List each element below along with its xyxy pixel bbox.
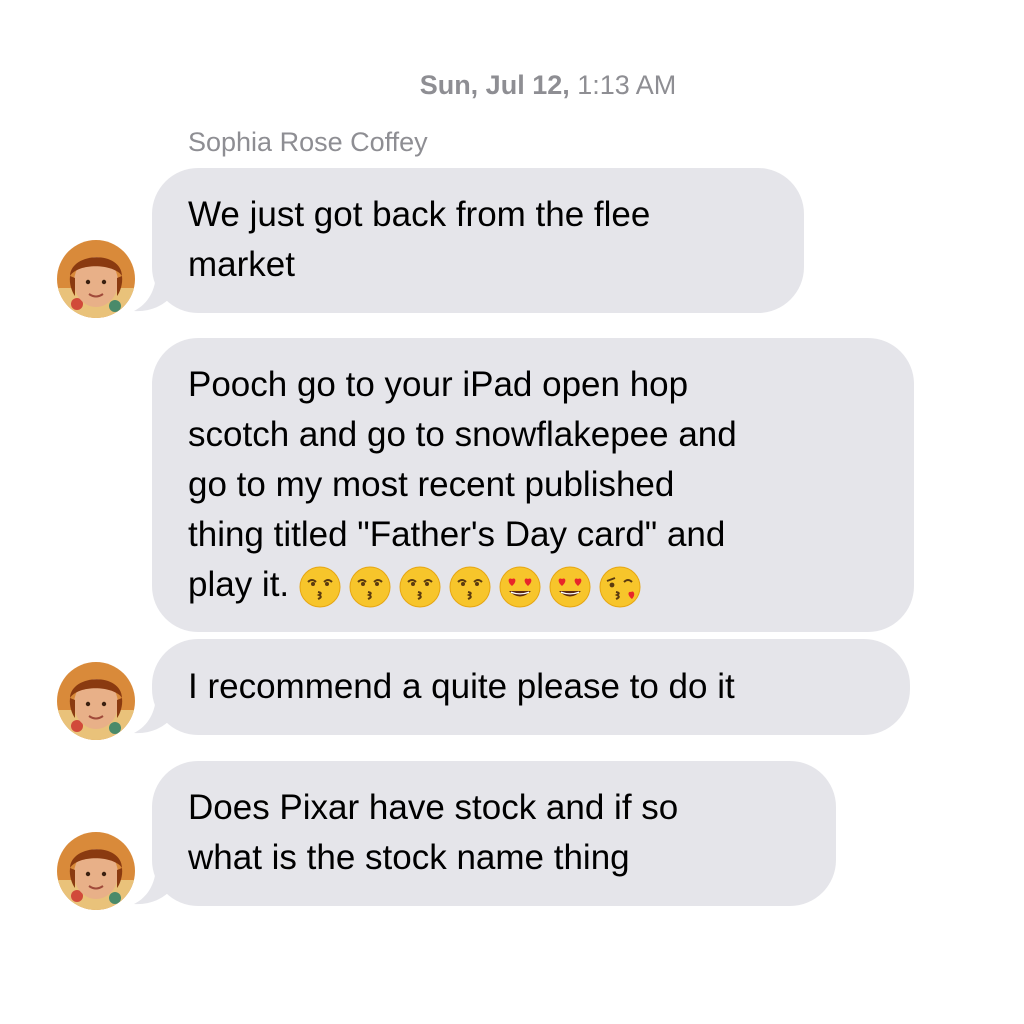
message-bubble[interactable]: We just got back from the flee market	[152, 168, 804, 313]
kissing-face-with-closed-eyes-icon	[449, 566, 491, 608]
message-bubble[interactable]: Does Pixar have stock and if so what is …	[152, 761, 836, 906]
message-text: I recommend a quite please to do it	[188, 667, 735, 706]
face-blowing-a-kiss-icon	[599, 566, 641, 608]
avatar[interactable]	[57, 662, 135, 740]
bubble-tail	[132, 694, 176, 734]
timestamp-day: Sun, Jul 12,	[419, 70, 570, 100]
smiling-face-with-heart-eyes-icon	[499, 566, 541, 608]
message-bubble[interactable]: Pooch go to your iPad open hop scotch an…	[152, 338, 914, 632]
avatar[interactable]	[57, 240, 135, 318]
message-bubble[interactable]: I recommend a quite please to do it	[152, 639, 910, 735]
message-text: We just got back from the flee market	[188, 195, 651, 284]
bubble-tail	[132, 272, 176, 312]
kissing-face-with-closed-eyes-icon	[349, 566, 391, 608]
sender-name: Sophia Rose Coffey	[188, 127, 428, 157]
kissing-face-with-closed-eyes-icon	[399, 566, 441, 608]
timestamp-time: 1:13 AM	[569, 70, 677, 100]
message-text: Pooch go to your iPad open hop scotch an…	[188, 360, 878, 610]
conversation-timestamp: Sun, Jul 12, 1:13 AM	[0, 70, 1024, 101]
bubble-tail	[132, 865, 176, 905]
avatar[interactable]	[57, 832, 135, 910]
kissing-face-with-closed-eyes-icon	[299, 566, 341, 608]
message-text: Does Pixar have stock and if so what is …	[188, 788, 679, 877]
emoji-row	[299, 566, 641, 608]
smiling-face-with-heart-eyes-icon	[549, 566, 591, 608]
